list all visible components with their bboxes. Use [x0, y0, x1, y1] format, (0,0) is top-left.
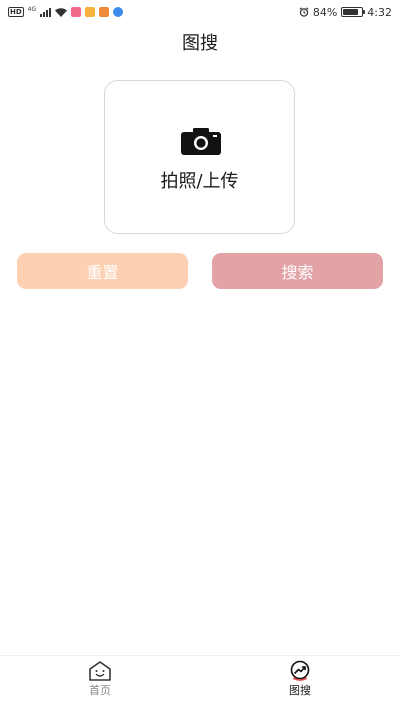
camera-icon	[181, 128, 221, 155]
hd-indicator: HD	[8, 7, 24, 17]
app-notification-icon	[71, 7, 82, 17]
tab-home[interactable]: 首页	[60, 656, 140, 701]
bottom-tab-bar: 首页 图搜	[0, 655, 400, 700]
battery-percent: 84%	[312, 5, 338, 19]
network-type: 4G	[27, 5, 37, 13]
status-right: 84% 4:32	[299, 6, 392, 19]
tab-image-search[interactable]: 图搜	[260, 656, 340, 701]
battery-fill	[343, 9, 359, 15]
app-notification-icon	[113, 7, 124, 17]
page-title: 图搜	[182, 33, 218, 54]
upload-label: 拍照/上传	[160, 171, 239, 192]
reset-button[interactable]: 重置	[17, 253, 188, 289]
battery-icon	[341, 7, 366, 17]
photo-upload-area[interactable]: 拍照/上传	[104, 80, 295, 234]
app-notification-icon	[85, 7, 96, 17]
signal-icon	[40, 7, 52, 17]
tab-image-search-label: 图搜	[289, 684, 311, 697]
search-button[interactable]: 搜索	[212, 253, 383, 289]
status-left: HD 4G	[8, 5, 124, 17]
app-notification-icon	[99, 7, 110, 17]
home-icon	[89, 661, 111, 681]
clock: 4:32	[367, 5, 392, 19]
tab-home-label: 首页	[89, 684, 111, 697]
image-search-icon	[290, 660, 310, 681]
wifi-icon	[55, 7, 68, 17]
alarm-icon	[299, 7, 309, 17]
status-bar: HD 4G 84% 4:32	[0, 0, 400, 24]
